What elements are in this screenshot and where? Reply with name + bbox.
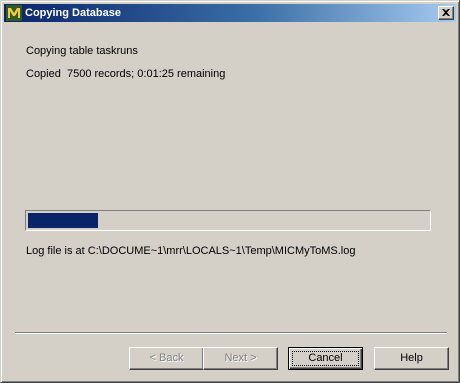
current-table-label: Copying table taskruns [26, 45, 138, 57]
copy-progress-bar [25, 210, 431, 231]
mysql-migration-icon [6, 5, 22, 21]
cancel-button[interactable]: Cancel [288, 347, 363, 370]
button-separator [15, 332, 447, 334]
close-icon [442, 9, 450, 16]
log-file-path-label: Log file is at C:\DOCUME~1\mrr\LOCALS~1\… [26, 245, 356, 257]
records-progress-label: Copied 7500 records; 0:01:25 remaining [26, 68, 226, 80]
back-button[interactable]: < Back [129, 347, 204, 370]
help-button[interactable]: Help [374, 347, 449, 370]
progress-bar-fill [28, 213, 98, 228]
window-title: Copying Database [25, 7, 121, 19]
next-button[interactable]: Next > [203, 347, 278, 370]
cancel-button-label: Cancel [308, 352, 343, 364]
copying-database-dialog: Copying Database Copying table taskruns … [0, 0, 460, 383]
close-button[interactable] [438, 6, 454, 20]
title-bar[interactable]: Copying Database [4, 4, 456, 22]
